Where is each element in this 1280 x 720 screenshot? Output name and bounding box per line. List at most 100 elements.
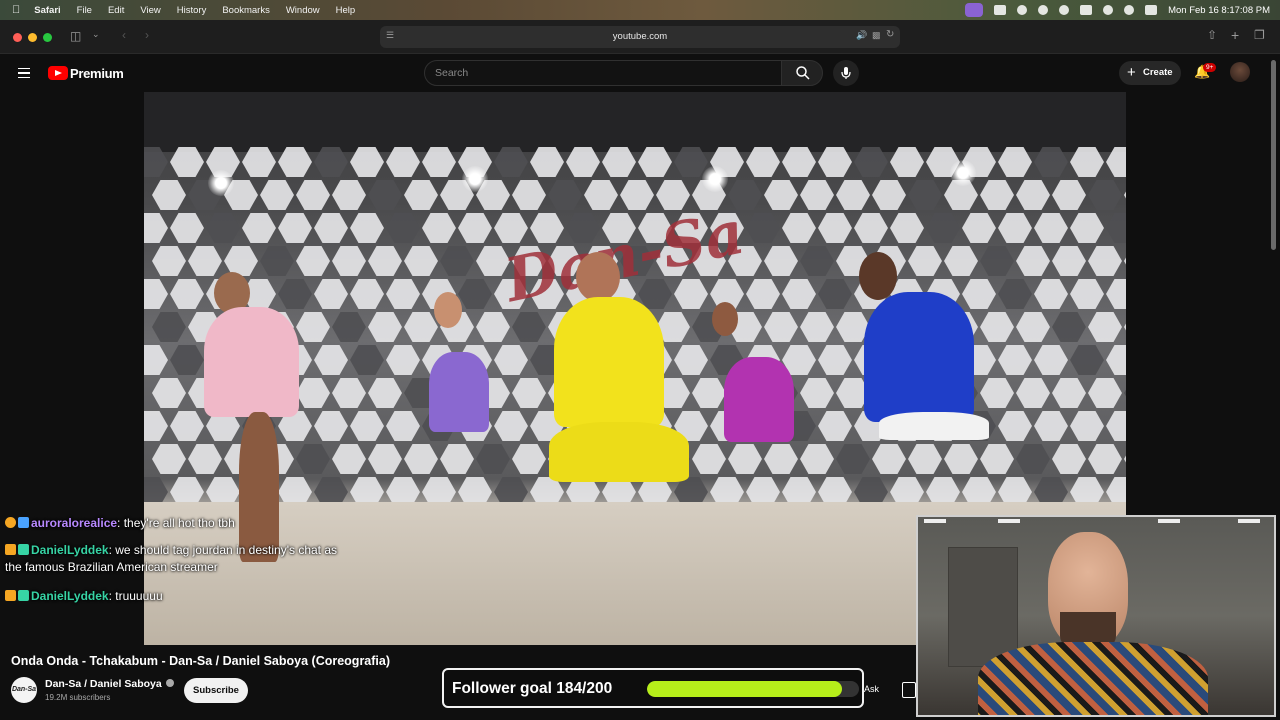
wall-hex-tile [800,180,834,210]
menu-view[interactable]: View [140,5,160,16]
menu-file[interactable]: File [77,5,92,16]
dancer-head [859,252,897,300]
verified-icon [165,679,174,687]
forward-arrow-icon[interactable]: › [145,28,149,42]
create-button[interactable]: + Create [1119,61,1181,85]
user-avatar[interactable] [1230,62,1250,82]
wall-hex-tile [152,378,186,408]
translate-icon[interactable]: ▩ [872,30,881,41]
follower-goal-label: Follower goal 184/200 [452,680,613,697]
search-input[interactable]: Search [424,60,782,86]
wall-hex-tile [1124,444,1126,474]
reload-icon[interactable]: ↻ [886,29,894,40]
spotlight-search-icon[interactable] [1124,5,1135,15]
audio-playing-icon[interactable]: 🔊 [856,30,867,41]
chevron-down-icon[interactable]: ⌄ [92,29,100,40]
chat-username[interactable]: DanielLyddek [31,543,109,557]
wall-hex-tile [998,345,1032,375]
minimize-window-button[interactable] [28,33,37,42]
tab-overview-icon[interactable]: ❐ [1254,28,1265,42]
save-bookmark-icon[interactable] [902,682,916,698]
wall-hex-tile [1034,411,1068,441]
wall-hex-tile [260,180,294,210]
menu-bar-clock[interactable]: Mon Feb 16 8:17:08 PM [1168,5,1270,16]
status-icon[interactable] [994,5,1007,15]
ask-button[interactable]: Ask [864,684,879,694]
wall-hex-tile [1034,213,1068,243]
wall-hex-tile [944,246,978,276]
wall-hex-tile [980,312,1014,342]
video-frame-light [950,160,976,186]
wall-hex-tile [278,279,312,309]
status-icon[interactable] [1017,5,1028,15]
zoom-window-button[interactable] [43,33,52,42]
status-icon[interactable] [1059,5,1070,15]
url-text: youtube.com [612,31,668,42]
close-window-button[interactable] [13,33,22,42]
wall-hex-tile [458,213,492,243]
battery-icon[interactable] [1080,5,1093,15]
channel-name[interactable]: Dan-Sa / Daniel Saboya [45,678,174,690]
wall-hex-tile [620,180,654,210]
new-tab-icon[interactable]: + [1231,27,1239,43]
wall-hex-tile [764,246,798,276]
wall-hex-tile [1070,279,1104,309]
menu-history[interactable]: History [177,5,207,16]
sidebar-toggle-icon[interactable]: ◫ [70,29,81,43]
hamburger-menu-icon[interactable] [18,68,30,78]
menu-bookmarks[interactable]: Bookmarks [222,5,270,16]
status-icon[interactable] [1038,5,1049,15]
wall-hex-tile [1106,279,1126,309]
wall-hex-tile [458,279,492,309]
subscribe-button[interactable]: Subscribe [184,678,248,703]
menu-window[interactable]: Window [286,5,320,16]
chat-username[interactable]: DanielLyddek [31,589,109,603]
channel-avatar[interactable]: Dan-Sa [11,677,37,703]
page-menu-icon[interactable]: ☰ [386,30,394,41]
youtube-premium-brand[interactable]: Premium [70,66,124,81]
dancer-legs [239,412,279,562]
wall-hex-tile [332,378,366,408]
wall-hex-tile [1052,180,1086,210]
wall-hex-tile [144,279,168,309]
address-bar[interactable]: youtube.com [380,26,900,48]
youtube-header: Premium Search + Create 🔔 9+ [0,55,1280,92]
wall-hex-tile [800,378,834,408]
apple-menu-icon[interactable]:  [12,4,20,16]
safari-toolbar: ◫ ⌄ ‹ › youtube.com ☰ 🔊 ▩ ↻ ⇧ + ❐ [0,20,1280,54]
menu-help[interactable]: Help [336,5,356,16]
wall-hex-tile [404,312,438,342]
control-center-icon[interactable] [1145,5,1158,15]
wall-hex-tile [1016,246,1050,276]
wifi-icon[interactable] [1103,5,1114,15]
share-icon[interactable]: ⇧ [1207,28,1217,42]
menu-app-safari[interactable]: Safari [34,5,60,16]
menu-edit[interactable]: Edit [108,5,124,16]
search-button[interactable] [781,60,823,86]
chat-username[interactable]: auroralorealice [31,516,117,530]
wall-hex-tile [144,213,168,243]
wall-hex-tile [818,213,852,243]
wall-hex-tile [1124,180,1126,210]
back-arrow-icon[interactable]: ‹ [122,28,126,42]
wall-hex-tile [1052,378,1086,408]
page-scrollbar[interactable] [1271,60,1276,250]
wall-hex-tile [746,213,780,243]
streamer-webcam-overlay [916,515,1276,717]
subscriber-count: 19.2M subscribers [45,693,111,702]
wall-hex-tile [314,213,348,243]
wall-hex-tile [656,180,690,210]
youtube-logo-icon[interactable] [48,66,68,80]
wall-hex-tile [728,444,762,474]
wall-hex-tile [206,213,240,243]
wall-hex-tile [278,213,312,243]
wall-hex-tile [692,444,726,474]
wall-hex-tile [494,411,528,441]
follower-goal-widget: Follower goal 184/200 [442,668,864,708]
screen-record-icon[interactable] [965,3,984,17]
wall-hex-tile [314,411,348,441]
wall-hex-tile [764,180,798,210]
dancer-head [434,292,462,328]
voice-search-button[interactable] [833,60,859,86]
wall-hex-tile [1070,345,1104,375]
